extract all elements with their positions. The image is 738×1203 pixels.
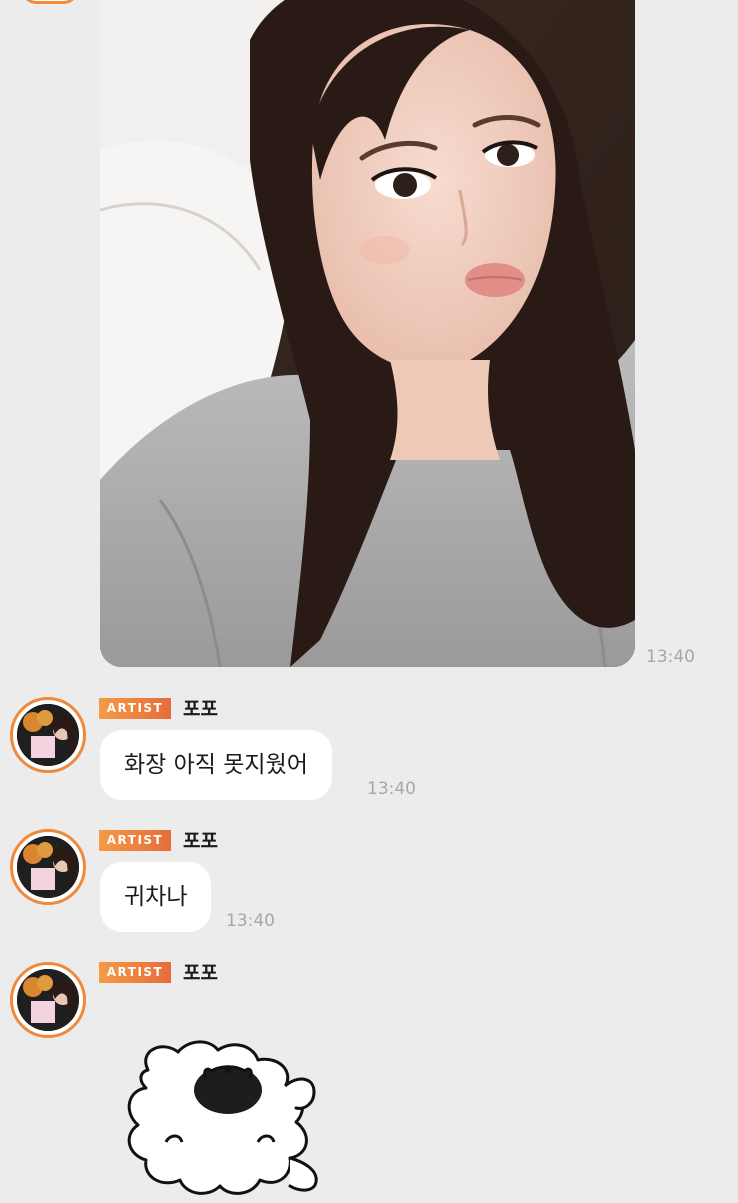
timestamp: 13:40 [367,779,416,799]
sender-name[interactable]: 포포 [183,698,218,720]
artist-badge: ARTIST [99,698,171,719]
selfie-photo [100,0,635,667]
message-bubble[interactable]: 귀차나 [100,862,212,932]
avatar[interactable] [10,962,86,1038]
chat-view: 13:40 ARTIST 포포 화장 아직 못지웠어 13:40 ARTIST … [0,0,738,1199]
avatar[interactable] [10,697,86,773]
sender-name[interactable]: 포포 [183,962,218,984]
timestamp: 13:40 [226,911,275,931]
sleeping-cat-sticker-icon[interactable] [118,1030,338,1199]
message-bubble[interactable]: 화장 아직 못지웠어 [100,730,332,800]
avatar-image [17,836,79,898]
timestamp: 13:40 [646,647,695,667]
artist-badge: ARTIST [99,962,171,983]
sender-name[interactable]: 포포 [183,830,218,852]
avatar-image [17,704,79,766]
avatar[interactable] [10,829,86,905]
sticker-drawing [127,1040,318,1195]
artist-badge: ARTIST [99,830,171,851]
avatar[interactable] [22,0,78,4]
avatar-image [17,969,79,1031]
photo-message[interactable] [100,0,635,667]
